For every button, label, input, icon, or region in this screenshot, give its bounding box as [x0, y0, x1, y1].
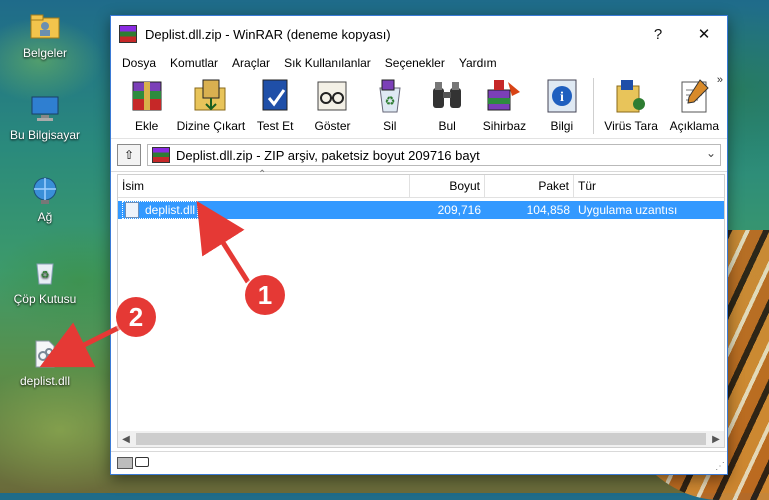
toolbar: Ekle Dizine Çıkart Test Et Göster ♻ Sil	[111, 74, 727, 139]
recycle-bin-icon: ♻	[29, 256, 61, 288]
archive-icon	[152, 147, 170, 163]
toolbar-separator	[593, 78, 595, 134]
title-bar[interactable]: Deplist.dll.zip - WinRAR (deneme kopyası…	[111, 16, 727, 52]
tool-label: Göster	[314, 119, 351, 133]
scroll-left-icon[interactable]: ◀	[118, 434, 134, 445]
resize-grip-icon[interactable]: ⋰	[715, 461, 725, 472]
menu-sik-kullanilanlar[interactable]: Sık Kullanılanlar	[277, 56, 378, 70]
tool-label: Virüs Tara	[604, 119, 658, 133]
scrollbar-thumb[interactable]	[136, 433, 706, 445]
close-button[interactable]: ✕	[681, 16, 727, 52]
help-button[interactable]: ?	[635, 16, 681, 52]
view-glasses-icon	[312, 76, 352, 116]
virus-scan-icon	[611, 76, 651, 116]
tool-label: Dizine Çıkart	[176, 119, 246, 133]
annotation-badge-2: 2	[116, 297, 156, 337]
tool-label: Bilgi	[550, 119, 574, 133]
archive-path-field[interactable]: Deplist.dll.zip - ZIP arşiv, paketsiz bo…	[147, 144, 721, 166]
tool-bul-button[interactable]: Bul	[419, 74, 474, 133]
extract-folder-icon	[191, 76, 231, 116]
svg-text:♻: ♻	[41, 270, 50, 281]
tool-label: Sihirbaz	[482, 119, 527, 133]
wizard-icon	[484, 76, 524, 116]
title-buttons: ? ✕	[635, 16, 727, 52]
menu-bar: Dosya Komutlar Araçlar Sık Kullanılanlar…	[111, 52, 727, 74]
row-name-wrap: deplist.dll	[122, 201, 199, 219]
folder-user-icon	[29, 10, 61, 42]
row-type-cell: Uygulama uzantısı	[578, 203, 678, 217]
desktop-icon-label: Çöp Kutusu	[13, 292, 77, 306]
key-icon[interactable]	[135, 457, 149, 467]
dll-file-icon	[125, 202, 139, 218]
status-bar: ⋰	[111, 451, 727, 474]
sort-caret-icon: ⌃	[258, 169, 267, 180]
menu-araclar[interactable]: Araçlar	[225, 56, 277, 70]
tool-bilgi-button[interactable]: i Bilgi	[534, 74, 589, 133]
menu-dosya[interactable]: Dosya	[115, 56, 163, 70]
menu-yardim[interactable]: Yardım	[452, 56, 504, 70]
tool-sihirbaz-button[interactable]: Sihirbaz	[477, 74, 532, 133]
computer-icon	[29, 92, 61, 124]
row-size-cell: 209,716	[437, 203, 481, 217]
annotation-badge-1: 1	[245, 275, 285, 315]
tool-label: Sil	[383, 119, 397, 133]
delete-recycle-icon: ♻	[370, 76, 410, 116]
tool-aciklama-button[interactable]: Açıklama	[664, 74, 725, 133]
desktop-icon-ag[interactable]: Ağ	[5, 174, 85, 224]
svg-text:i: i	[560, 90, 564, 105]
status-icons	[117, 457, 149, 469]
column-header-size[interactable]: Boyut	[410, 175, 485, 197]
desktop-icon-bu-bilgisayar[interactable]: Bu Bilgisayar	[5, 92, 85, 142]
row-filename: deplist.dll	[145, 203, 196, 217]
comment-icon	[674, 76, 714, 116]
network-globe-icon	[29, 174, 61, 206]
desktop-icon-label: Belgeler	[22, 46, 68, 60]
horizontal-scrollbar[interactable]: ◀ ▶	[118, 431, 724, 447]
desktop-icon-label: deplist.dll	[19, 374, 71, 388]
winrar-app-icon	[119, 25, 137, 43]
tool-ekle-button[interactable]: Ekle	[119, 74, 174, 133]
tool-sil-button[interactable]: ♻ Sil	[362, 74, 417, 133]
column-header-type[interactable]: Tür	[574, 175, 724, 197]
desktop-icon-belgeler[interactable]: Belgeler	[5, 10, 85, 60]
archive-path-text: Deplist.dll.zip - ZIP arşiv, paketsiz bo…	[176, 147, 480, 163]
info-icon: i	[542, 76, 582, 116]
table-row[interactable]: deplist.dll 209,716 104,858 Uygulama uza…	[118, 201, 724, 219]
up-folder-button[interactable]: ⇧	[117, 144, 141, 166]
drive-icon[interactable]	[117, 457, 133, 469]
scroll-right-icon[interactable]: ▶	[708, 434, 724, 445]
tool-label: Bul	[438, 119, 456, 133]
row-packed-cell: 104,858	[526, 203, 570, 217]
add-archive-icon	[127, 76, 167, 116]
dll-file-icon	[29, 338, 61, 370]
tool-label: Açıklama	[669, 119, 720, 133]
tool-label: Ekle	[134, 119, 159, 133]
desktop-icon-label: Ağ	[37, 210, 53, 224]
tool-test-et-button[interactable]: Test Et	[248, 74, 303, 133]
test-archive-icon	[255, 76, 295, 116]
file-list-header: ⌃ İsim Boyut Paket Tür	[118, 169, 724, 198]
svg-text:♻: ♻	[384, 94, 395, 108]
tool-dizine-cikart-button[interactable]: Dizine Çıkart	[176, 74, 245, 133]
row-name-cell: deplist.dll	[118, 201, 410, 219]
toolbar-overflow-button[interactable]: »	[717, 74, 723, 86]
tool-label: Test Et	[256, 119, 294, 133]
file-list: ⌃ İsim Boyut Paket Tür deplist.dll 209,7…	[117, 169, 725, 448]
desktop-icon-deplist-dll[interactable]: deplist.dll	[5, 338, 85, 388]
window-title: Deplist.dll.zip - WinRAR (deneme kopyası…	[145, 26, 391, 42]
address-bar: ⇧ Deplist.dll.zip - ZIP arşiv, paketsiz …	[111, 139, 727, 172]
winrar-window: Deplist.dll.zip - WinRAR (deneme kopyası…	[110, 15, 728, 475]
chevron-down-icon[interactable]: ⌄	[706, 146, 716, 160]
column-header-packed[interactable]: Paket	[485, 175, 574, 197]
menu-komutlar[interactable]: Komutlar	[163, 56, 225, 70]
tool-virus-tara-button[interactable]: Virüs Tara	[600, 74, 661, 133]
menu-secenekler[interactable]: Seçenekler	[378, 56, 452, 70]
desktop-icon-cop-kutusu[interactable]: ♻ Çöp Kutusu	[5, 256, 85, 306]
desktop-icon-label: Bu Bilgisayar	[9, 128, 81, 142]
tool-goster-button[interactable]: Göster	[305, 74, 360, 133]
find-binoculars-icon	[427, 76, 467, 116]
